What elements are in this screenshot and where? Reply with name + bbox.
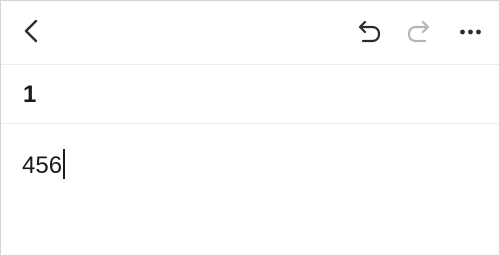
top-toolbar <box>1 1 499 65</box>
more-options-icon[interactable] <box>456 17 486 47</box>
back-chevron-icon[interactable] <box>18 17 46 45</box>
redo-icon[interactable] <box>405 18 435 46</box>
note-editor-window: 1 456 <box>0 0 500 256</box>
undo-icon[interactable] <box>353 18 383 46</box>
note-body-field[interactable]: 456 <box>1 124 499 254</box>
text-cursor <box>63 149 65 179</box>
note-body-text: 456 <box>22 152 63 179</box>
note-title-field[interactable]: 1 <box>1 65 499 124</box>
note-body-line: 456 <box>22 149 65 180</box>
note-title: 1 <box>23 81 37 108</box>
